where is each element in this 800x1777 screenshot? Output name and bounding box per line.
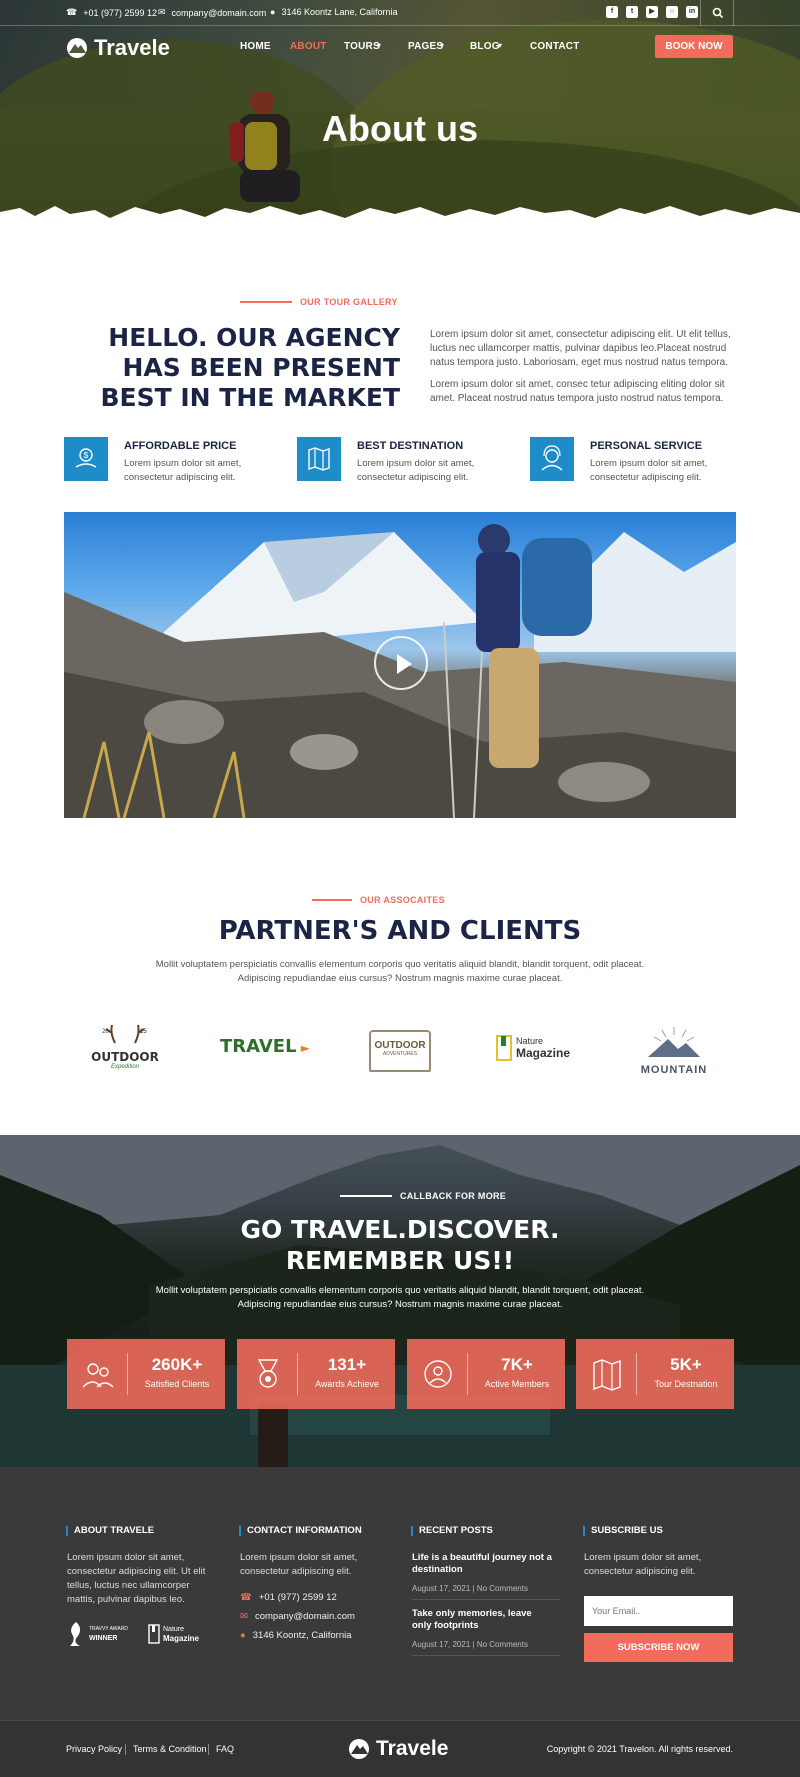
email-field[interactable] xyxy=(584,1596,733,1626)
partners-eyebrow: OUR ASSOCAITES xyxy=(312,895,445,905)
nature-magazine-badge: Nature Magazine xyxy=(148,1624,199,1644)
price-icon: $ xyxy=(64,437,108,481)
footer-contact-text: Lorem ipsum dolor sit amet, consectetur … xyxy=(240,1552,358,1577)
partners-text: Mollit voluptatem perspiciatis convallis… xyxy=(155,959,645,984)
linkedin-icon[interactable]: in xyxy=(686,6,698,18)
terms-link[interactable]: Terms & Condition xyxy=(133,1744,207,1754)
intro-paragraph-1: Lorem ipsum dolor sit amet, consectetur … xyxy=(430,329,731,368)
location-pin-icon: ● xyxy=(270,7,276,17)
bookmark-icon xyxy=(496,1035,512,1061)
post-title-link[interactable]: Life is a beautiful journey not a destin… xyxy=(412,1552,552,1576)
chevron-down-icon: ▾ xyxy=(498,41,503,50)
phone-icon: ☎ xyxy=(66,7,78,17)
stat-card: 260K+ Satisfied Clients xyxy=(67,1339,225,1409)
feature-text: Lorem ipsum dolor sit amet, consectetur … xyxy=(357,458,475,483)
phone-icon: ☎ xyxy=(240,1592,252,1603)
support-icon xyxy=(530,437,574,481)
clients-icon xyxy=(82,1363,114,1388)
youtube-icon[interactable]: ▶ xyxy=(646,6,658,18)
intro-paragraph-2: Lorem ipsum dolor sit amet, consec tetur… xyxy=(430,379,725,404)
topbar-phone[interactable]: ☎ +01 (977) 2599 12 xyxy=(66,7,157,18)
footer-about-title: ABOUT TRAVELE xyxy=(66,1526,154,1536)
award-trophy-icon xyxy=(70,1622,81,1646)
privacy-policy-link[interactable]: Privacy Policy xyxy=(66,1744,122,1754)
plane-arrow-icon: ► xyxy=(296,1041,310,1055)
partner-logo-travel[interactable]: TRAVEL ► xyxy=(220,1036,310,1057)
post-meta: August 17, 2021 | No Comments xyxy=(412,1584,528,1593)
partner-logo-mountain[interactable]: MOUNTAIN xyxy=(634,1025,714,1076)
intro-heading: HELLO. OUR AGENCY HAS BEEN PRESENT BEST … xyxy=(100,323,400,412)
callback-heading: GO TRAVEL.DISCOVER. REMEMBER US!! xyxy=(240,1215,560,1275)
partner-logo-outdoor-expedition[interactable]: 20 15 OUTDOOR Expedition xyxy=(90,1023,160,1073)
topbar-email[interactable]: ✉ company@domain.com xyxy=(158,7,266,18)
member-icon xyxy=(424,1360,452,1388)
video-thumbnail[interactable] xyxy=(64,512,736,818)
mail-icon: ✉ xyxy=(158,7,166,17)
mail-icon: ✉ xyxy=(240,1611,248,1622)
page: ☎ +01 (977) 2599 12 ✉ company@domain.com… xyxy=(0,0,800,1777)
book-now-button[interactable]: BOOK NOW xyxy=(655,35,733,58)
nav-tours[interactable]: TOURS xyxy=(344,41,380,52)
facebook-icon[interactable]: f xyxy=(606,6,618,18)
partner-logo-nature-magazine[interactable]: Nature Magazine xyxy=(496,1035,570,1061)
site-logo[interactable]: Travele xyxy=(66,35,170,61)
partner-logo-outdoor-adventures[interactable]: OUTDOOR ADVENTURES xyxy=(369,1030,431,1072)
award-icon xyxy=(257,1359,279,1388)
footer-subscribe-title: SUBSCRIBE US xyxy=(583,1526,663,1536)
page-title: About us xyxy=(322,108,478,149)
torn-edge-divider xyxy=(0,206,800,245)
travvy-award-badge: TRAVVY AWARD WINNER xyxy=(67,1620,128,1648)
callback-text: Mollit voluptatem perspiciatis convallis… xyxy=(155,1285,645,1310)
footer-contact-title: CONTACT INFORMATION xyxy=(239,1526,362,1536)
nav-about[interactable]: ABOUT xyxy=(290,41,327,52)
nav-pages[interactable]: PAGES xyxy=(408,41,443,52)
bookmark-icon xyxy=(148,1624,160,1644)
chevron-down-icon: ▾ xyxy=(377,41,382,50)
logo-mark-icon xyxy=(349,1739,369,1759)
antlers-icon xyxy=(105,1024,145,1044)
top-bar: ☎ +01 (977) 2599 12 ✉ company@domain.com… xyxy=(0,0,800,26)
twitter-icon[interactable]: t xyxy=(626,6,638,18)
chevron-down-icon: ▾ xyxy=(440,41,445,50)
mountain-sun-icon xyxy=(648,1027,700,1057)
subscribe-button[interactable]: SUBSCRIBE NOW xyxy=(584,1633,733,1662)
feature-title: PERSONAL SERVICE xyxy=(590,440,703,452)
post-meta: August 17, 2021 | No Comments xyxy=(412,1640,528,1649)
feature-text: Lorem ipsum dolor sit amet, consectetur … xyxy=(590,458,708,483)
footer-address: ● 3146 Koontz, California xyxy=(240,1630,352,1641)
callback-eyebrow: CALLBACK FOR MORE xyxy=(340,1191,506,1201)
intro-eyebrow: OUR TOUR GALLERY xyxy=(240,297,398,307)
nav-contact[interactable]: CONTACT xyxy=(530,41,580,52)
feature-title: BEST DESTINATION xyxy=(357,440,464,452)
feature-text: Lorem ipsum dolor sit amet, consectetur … xyxy=(124,458,242,483)
play-icon xyxy=(397,654,412,674)
search-button[interactable] xyxy=(700,0,734,26)
nav-home[interactable]: HOME xyxy=(240,41,271,52)
faq-link[interactable]: FAQ xyxy=(216,1744,234,1754)
stat-card: 7K+ Active Members xyxy=(407,1339,565,1409)
partners-heading: PARTNER'S AND CLIENTS xyxy=(218,916,582,946)
topbar-address: ● 3146 Koontz Lane, California xyxy=(270,7,398,17)
play-button[interactable] xyxy=(374,636,428,690)
copyright-text: Copyright © 2021 Travelon. All rights re… xyxy=(546,1744,733,1754)
footer-logo[interactable]: Travele xyxy=(348,1737,448,1761)
footer-email[interactable]: ✉ company@domain.com xyxy=(240,1611,355,1622)
footer-about-text: Lorem ipsum dolor sit amet, consectetur … xyxy=(67,1552,206,1605)
instagram-icon[interactable]: ○ xyxy=(666,6,678,18)
stat-card: 5K+ Tour Destnation xyxy=(576,1339,734,1409)
footer-phone[interactable]: ☎ +01 (977) 2599 12 xyxy=(240,1592,337,1603)
feature-title: AFFORDABLE PRICE xyxy=(124,440,237,452)
map-icon xyxy=(593,1359,621,1391)
logo-mark-icon xyxy=(67,38,87,58)
map-icon xyxy=(297,437,341,481)
search-icon xyxy=(712,7,724,19)
footer-posts-title: RECENT POSTS xyxy=(411,1526,493,1536)
location-pin-icon: ● xyxy=(240,1630,246,1641)
post-title-link[interactable]: Take only memories, leave only footprint… xyxy=(412,1608,552,1632)
stat-card: 131+ Awards Achieve xyxy=(237,1339,395,1409)
svg-text:$: $ xyxy=(84,451,89,460)
footer-subscribe-text: Lorem ipsum dolor sit amet, consectetur … xyxy=(584,1552,702,1577)
hero-banner: ☎ +01 (977) 2599 12 ✉ company@domain.com… xyxy=(0,0,800,245)
nav-blog[interactable]: BLOG xyxy=(470,41,500,52)
